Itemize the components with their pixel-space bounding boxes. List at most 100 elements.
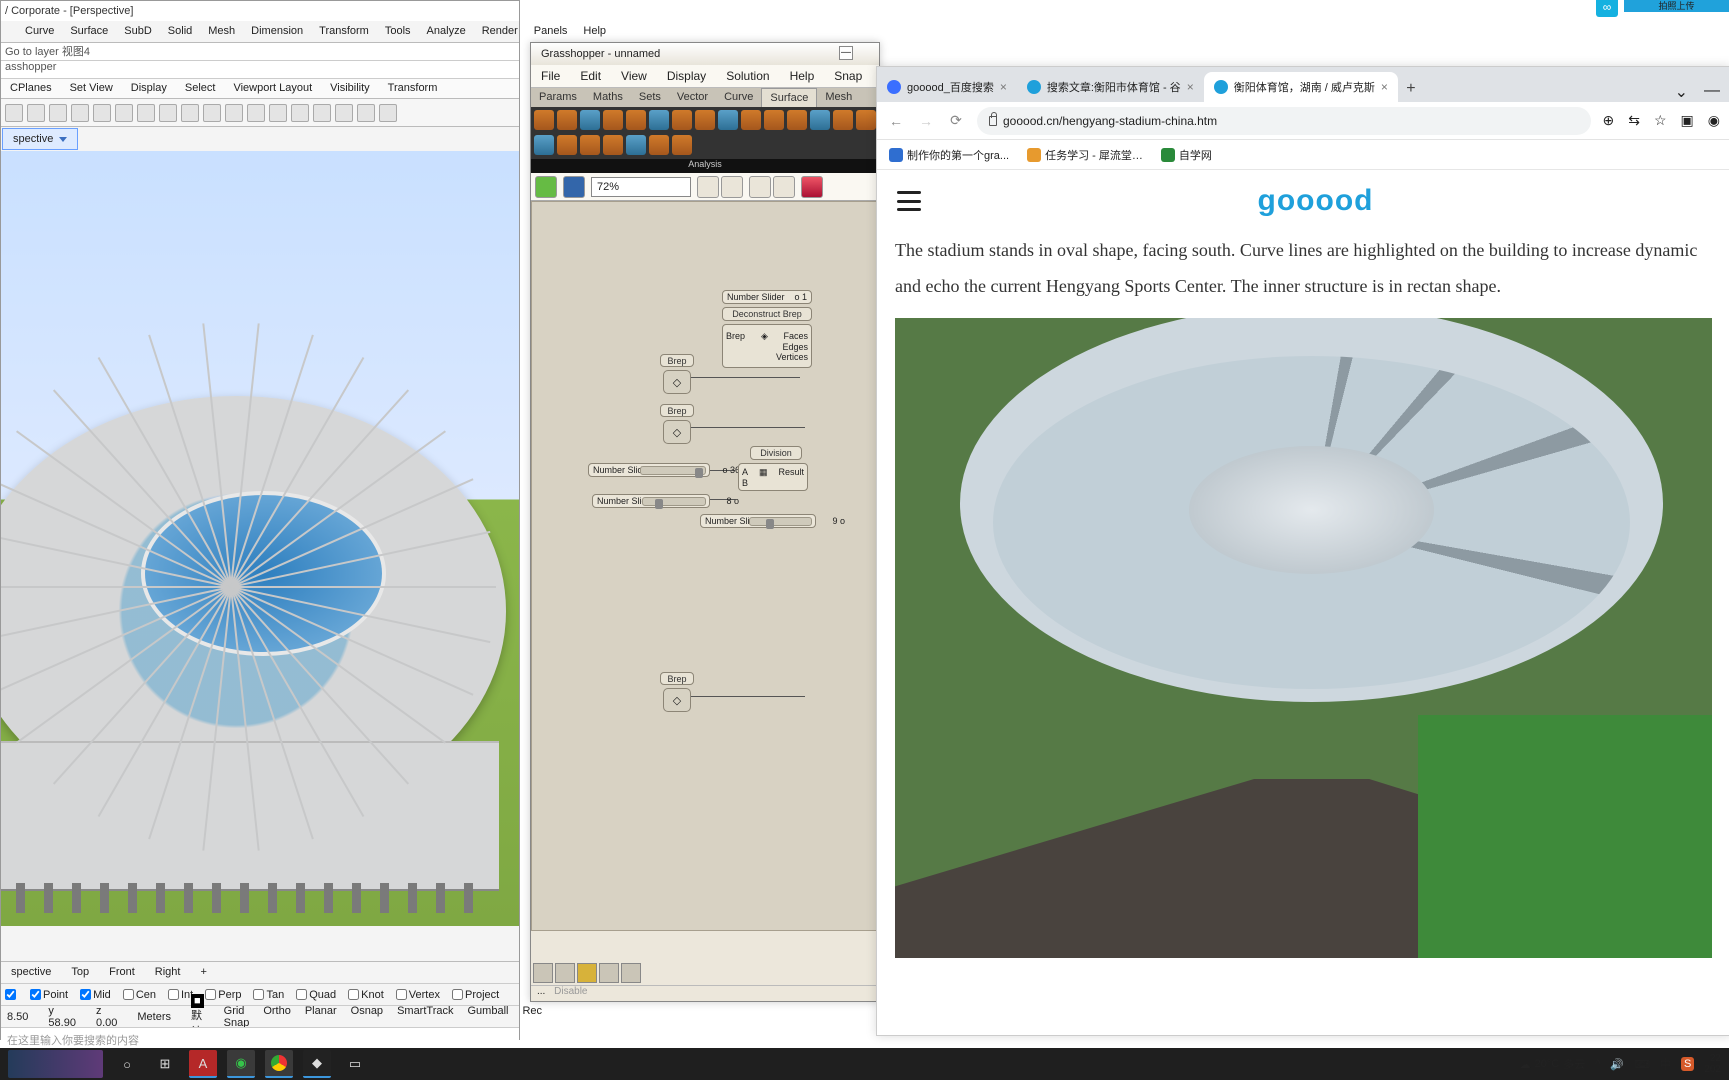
brep-param-1[interactable]: Brep [660, 354, 694, 367]
brep-hex-1[interactable]: ◇ [663, 370, 691, 394]
gh-title[interactable]: Grasshopper - unnamed — [531, 43, 879, 65]
tab-cplanes[interactable]: CPlanes [1, 79, 61, 98]
bookmark-2[interactable]: 任务学习 - 犀流堂… [1027, 147, 1143, 163]
gh-tab-vector[interactable]: Vector [669, 88, 716, 107]
tool-icon[interactable] [27, 104, 45, 122]
smarttrack-toggle[interactable]: SmartTrack [397, 1005, 453, 1029]
component-icon[interactable] [603, 110, 623, 130]
tool-icon[interactable] [115, 104, 133, 122]
component-icon[interactable] [718, 110, 738, 130]
component-icon[interactable] [695, 110, 715, 130]
tool-icon[interactable] [71, 104, 89, 122]
zoom-tool-icon[interactable] [697, 176, 719, 198]
menu-surface[interactable]: Surface [62, 21, 116, 42]
tab-transform[interactable]: Transform [379, 79, 447, 98]
component-icon[interactable] [534, 110, 554, 130]
viewport-label[interactable]: spective [2, 128, 78, 150]
osnap-perp[interactable]: Perp [205, 989, 241, 1001]
component-icon[interactable] [557, 110, 577, 130]
tool-icon[interactable] [225, 104, 243, 122]
menu-solid[interactable]: Solid [160, 21, 200, 42]
osnap-end[interactable] [5, 989, 18, 1000]
tool-icon[interactable] [313, 104, 331, 122]
brep-hex-2[interactable]: ◇ [663, 420, 691, 444]
gh-tab-sets[interactable]: Sets [631, 88, 669, 107]
web-page[interactable]: gooood The stadium stands in oval shape,… [877, 170, 1729, 1037]
site-brand[interactable]: gooood [921, 184, 1710, 218]
component-icon[interactable] [764, 110, 784, 130]
sogou-icon[interactable]: S [1681, 1057, 1694, 1071]
gh-tab-curve[interactable]: Curve [716, 88, 761, 107]
clock-time[interactable]: 22 [1710, 1053, 1721, 1064]
component-icon[interactable] [626, 110, 646, 130]
tool-icon[interactable] [93, 104, 111, 122]
gh-menu-file[interactable]: File [531, 65, 570, 87]
component-icon[interactable] [856, 110, 876, 130]
tool-icon[interactable] [159, 104, 177, 122]
app-chrome-icon[interactable] [265, 1050, 293, 1078]
browser-tab-2[interactable]: 搜索文章:衡阳市体育馆 - 谷 × [1017, 72, 1204, 102]
osnap-toggle[interactable]: Osnap [351, 1005, 383, 1029]
save-icon[interactable] [563, 176, 585, 198]
menu-mesh[interactable]: Mesh [200, 21, 243, 42]
gh-status-icon[interactable] [555, 963, 575, 983]
component-icon[interactable] [534, 135, 554, 155]
planar-toggle[interactable]: Planar [305, 1005, 337, 1029]
zoom-icon[interactable]: ⊕ [1603, 112, 1615, 129]
news-widget[interactable] [8, 1050, 103, 1078]
number-slider-1[interactable]: Number Slider o 1 [722, 290, 812, 304]
gh-tab-params[interactable]: Params [531, 88, 585, 107]
component-icon[interactable] [649, 135, 669, 155]
tool-icon[interactable] [5, 104, 23, 122]
component-icon[interactable] [672, 110, 692, 130]
osnap-project[interactable]: Project [452, 989, 499, 1001]
ime-icon[interactable]: ⌨ [1634, 1058, 1650, 1071]
tool-icon[interactable] [379, 104, 397, 122]
menu-analyze[interactable]: Analyze [419, 21, 474, 42]
menu-dimension[interactable]: Dimension [243, 21, 311, 42]
tool-icon[interactable] [49, 104, 67, 122]
tool-icon[interactable] [181, 104, 199, 122]
lang-indicator[interactable]: 中 [1660, 1056, 1671, 1072]
brep-param-2[interactable]: Brep [660, 404, 694, 417]
zoom-tool-icon[interactable] [721, 176, 743, 198]
close-tab-icon[interactable]: × [1000, 80, 1007, 94]
sketch-icon[interactable] [801, 176, 823, 198]
weather-widget[interactable]: ☁ 20°C 多云 [1520, 1056, 1586, 1072]
gh-tab-mesh[interactable]: Mesh [817, 88, 860, 107]
close-tab-icon[interactable]: × [1187, 80, 1194, 94]
slider-handle[interactable] [655, 499, 663, 509]
upload-tag[interactable]: ∞ 拍照上传 [1624, 0, 1729, 12]
osnap-quad[interactable]: Quad [296, 989, 336, 1001]
tab-display[interactable]: Display [122, 79, 176, 98]
view-tab-top[interactable]: Top [61, 962, 99, 983]
task-view-icon[interactable]: ⊞ [151, 1050, 179, 1078]
slider-handle[interactable] [695, 468, 703, 478]
gh-menu-edit[interactable]: Edit [570, 65, 611, 87]
app-generic-icon[interactable]: ▭ [341, 1050, 369, 1078]
tab-overflow-icon[interactable]: ⌄ [1675, 82, 1688, 102]
osnap-knot[interactable]: Knot [348, 989, 384, 1001]
view-tab-front[interactable]: Front [99, 962, 145, 983]
gh-tab-surface[interactable]: Surface [761, 88, 817, 107]
osnap-tan[interactable]: Tan [253, 989, 284, 1001]
component-icon[interactable] [626, 135, 646, 155]
rhino-viewport[interactable] [1, 151, 519, 926]
gh-status-icon[interactable] [599, 963, 619, 983]
tool-icon[interactable] [291, 104, 309, 122]
view-tab-right[interactable]: Right [145, 962, 191, 983]
division-component[interactable]: A▦Result B [738, 463, 808, 491]
osnap-mid[interactable]: Mid [80, 989, 111, 1001]
start-button[interactable]: ○ [113, 1050, 141, 1078]
bookmark-1[interactable]: 制作你的第一个gra... [889, 147, 1009, 163]
tool-icon[interactable] [335, 104, 353, 122]
rhino-command-input[interactable]: 在这里输入你要搜索的内容 [1, 1027, 519, 1049]
back-icon[interactable]: ← [887, 113, 905, 129]
view-tab-perspective[interactable]: spective [1, 962, 61, 983]
tool-icon[interactable] [203, 104, 221, 122]
gh-menu-solution[interactable]: Solution [716, 65, 779, 87]
eye-icon[interactable] [749, 176, 771, 198]
gh-status-icon[interactable] [577, 963, 597, 983]
minimize-icon[interactable]: — [1704, 82, 1720, 102]
tab-setview[interactable]: Set View [61, 79, 122, 98]
